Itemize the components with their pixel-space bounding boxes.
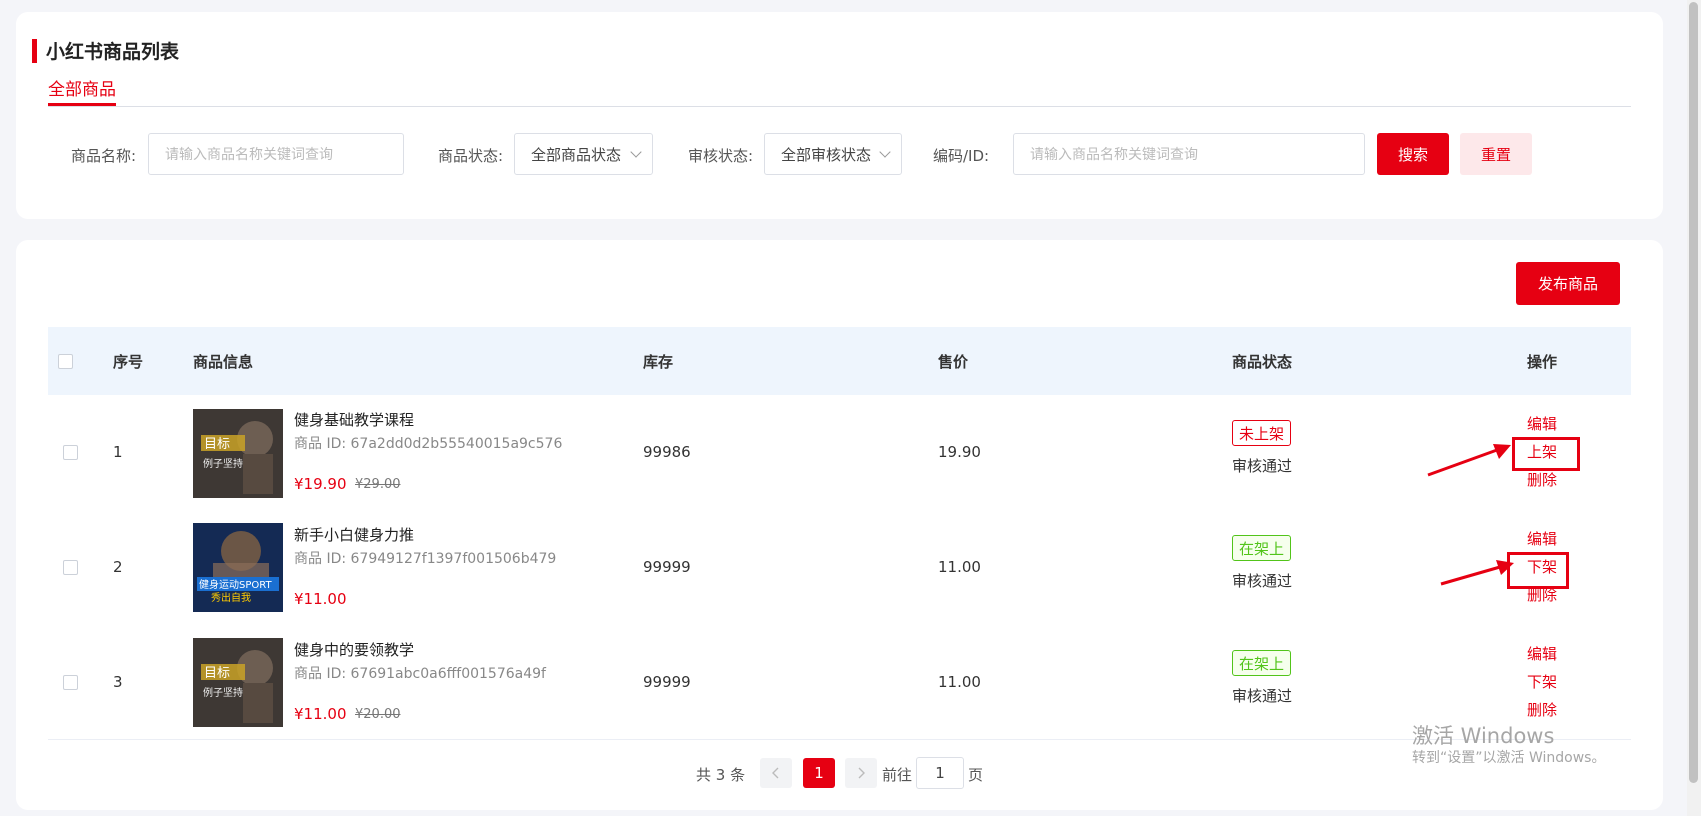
filter-card [16, 12, 1663, 219]
column-header-stock: 库存 [643, 353, 674, 371]
product-id: 商品 ID: 67691abc0a6fff001576a49f [294, 666, 546, 682]
select-all-checkbox[interactable] [58, 354, 73, 369]
edit-link[interactable]: 编辑 [1527, 643, 1557, 664]
product-name: 健身基础教学课程 [294, 411, 415, 429]
reset-button[interactable]: 重置 [1460, 133, 1532, 175]
product-id: 商品 ID: 67a2dd0d2b55540015a9c576 [294, 436, 563, 452]
product-name-label: 商品名称: [71, 147, 137, 165]
stock-value: 99999 [643, 673, 691, 691]
goto-label: 前往 [882, 766, 913, 784]
tab-all-products[interactable]: 全部商品 [48, 75, 116, 100]
prev-page-button[interactable] [760, 758, 792, 788]
page-number-current[interactable]: 1 [803, 758, 835, 788]
table-row: 1 目标 例子坚持 健身基础教学课程 商品 ID: 67a2dd0d2b5554… [48, 395, 1631, 510]
goto-page-input[interactable]: 1 [916, 757, 964, 789]
product-id: 商品 ID: 67949127f1397f001506b479 [294, 551, 557, 567]
column-header-status: 商品状态 [1232, 353, 1293, 371]
status-badge: 未上架 [1232, 420, 1292, 446]
windows-activation-watermark: 激活 Windows [1412, 724, 1555, 748]
scrollbar-thumb[interactable] [1689, 2, 1698, 783]
code-id-input[interactable]: 请输入商品名称关键词查询 [1013, 133, 1365, 175]
product-name-input[interactable]: 请输入商品名称关键词查询 [148, 133, 404, 175]
product-status-select[interactable]: 全部商品状态 [514, 133, 653, 175]
product-original-price: ¥29.00 [355, 477, 401, 492]
column-header-price: 售价 [938, 353, 969, 371]
svg-text:目标: 目标 [204, 437, 230, 452]
svg-text:目标: 目标 [204, 666, 230, 681]
svg-text:例子坚持: 例子坚持 [203, 686, 243, 699]
chevron-left-icon [772, 767, 779, 779]
column-header-index: 序号 [113, 353, 144, 371]
product-price: ¥11.00 [294, 590, 347, 608]
product-price: ¥11.00 [294, 705, 347, 723]
search-button[interactable]: 搜索 [1377, 133, 1449, 175]
highlight-box [1512, 437, 1580, 471]
windows-activation-hint: 转到“设置”以激活 Windows。 [1412, 750, 1606, 766]
publish-product-button[interactable]: 发布商品 [1516, 262, 1620, 305]
product-status-label: 商品状态: [438, 147, 504, 165]
product-name: 新手小白健身力推 [294, 526, 415, 544]
product-price: ¥19.90 [294, 475, 347, 493]
arrow-right-icon [1440, 560, 1514, 586]
status-badge: 在架上 [1232, 535, 1292, 561]
audit-status-value: 全部审核状态 [781, 145, 872, 164]
column-header-product-info: 商品信息 [193, 353, 254, 371]
product-status-value: 全部商品状态 [531, 145, 622, 164]
sale-price-value: 11.00 [938, 673, 981, 691]
row-index: 1 [113, 443, 123, 461]
product-name: 健身中的要领教学 [294, 641, 415, 659]
table-header: 序号 商品信息 库存 售价 商品状态 操作 [48, 327, 1631, 395]
chevron-down-icon [630, 145, 642, 158]
table-row: 3 目标 例子坚持 健身中的要领教学 商品 ID: 67691abc0a6fff… [48, 625, 1631, 740]
tab-divider [48, 106, 1631, 107]
sale-price-value: 19.90 [938, 443, 981, 461]
svg-text:例子坚持: 例子坚持 [203, 457, 243, 470]
sale-price-value: 11.00 [938, 558, 981, 576]
edit-link[interactable]: 编辑 [1527, 528, 1557, 549]
page-title: 小红书商品列表 [32, 37, 179, 64]
chevron-down-icon [879, 145, 891, 158]
status-badge: 在架上 [1232, 650, 1292, 676]
row-index: 3 [113, 673, 123, 691]
pagination-total: 共 3 条 [696, 766, 746, 784]
audit-status-label: 审核状态: [688, 147, 754, 165]
edit-link[interactable]: 编辑 [1527, 413, 1557, 434]
product-thumbnail: 目标 例子坚持 [193, 409, 283, 498]
page-title-text: 小红书商品列表 [46, 41, 180, 63]
table-bottom-divider [48, 739, 1631, 740]
stock-value: 99986 [643, 443, 691, 461]
take-off-shelf-link[interactable]: 下架 [1527, 671, 1557, 692]
chevron-right-icon [858, 767, 865, 779]
product-original-price: ¥20.00 [355, 707, 401, 722]
arrow-right-icon [1427, 444, 1511, 477]
next-page-button[interactable] [845, 758, 877, 788]
audit-status: 审核通过 [1232, 572, 1293, 590]
svg-text:健身运动SPORT: 健身运动SPORT [199, 578, 272, 591]
audit-status: 审核通过 [1232, 457, 1293, 475]
row-index: 2 [113, 558, 123, 576]
table-row: 2 健身运动SPORT 秀出自我 新手小白健身力推 商品 ID: 6794912… [48, 510, 1631, 625]
row-checkbox[interactable] [63, 675, 78, 690]
product-thumbnail: 目标 例子坚持 [193, 638, 283, 727]
audit-status: 审核通过 [1232, 687, 1293, 705]
svg-text:秀出自我: 秀出自我 [211, 591, 251, 604]
product-thumbnail: 健身运动SPORT 秀出自我 [193, 523, 283, 612]
audit-status-select[interactable]: 全部审核状态 [764, 133, 902, 175]
delete-link[interactable]: 删除 [1527, 469, 1557, 490]
row-checkbox[interactable] [63, 560, 78, 575]
page-unit-label: 页 [968, 766, 984, 784]
delete-link[interactable]: 删除 [1527, 699, 1557, 720]
row-checkbox[interactable] [63, 445, 78, 460]
code-id-label: 编码/ID: [933, 147, 990, 165]
stock-value: 99999 [643, 558, 691, 576]
title-accent-bar [32, 38, 37, 63]
column-header-actions: 操作 [1527, 353, 1558, 371]
